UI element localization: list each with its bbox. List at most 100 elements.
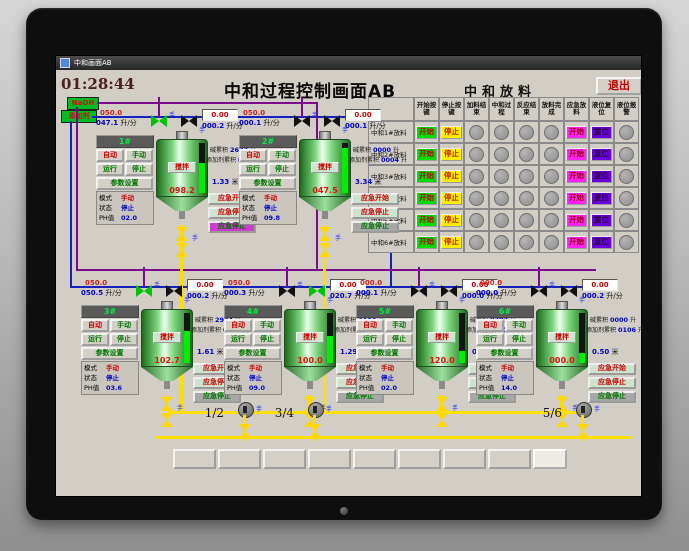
stop-button[interactable]: 停止 [110,333,138,346]
row-reset-button[interactable]: 复位 [591,213,612,227]
tank-outlet-stub [179,211,185,219]
run-button[interactable]: 运行 [356,333,384,346]
auto-button[interactable]: 自动 [239,149,267,162]
naoh-valve-icon[interactable] [294,115,310,127]
run-button[interactable]: 运行 [81,333,109,346]
run-button[interactable]: 运行 [224,333,252,346]
run-button[interactable]: 运行 [96,163,124,176]
discharge-valve-icon[interactable] [161,413,173,427]
pump-icon[interactable] [576,402,592,418]
emergency-stop-button[interactable]: 应急停止 [588,377,636,389]
stop-button[interactable]: 停止 [505,333,533,346]
run-button[interactable]: 运行 [476,333,504,346]
naoh-valve-icon[interactable] [279,285,295,297]
nav-button[interactable] [263,449,306,469]
additive-valve-icon[interactable] [309,285,325,297]
stir-button[interactable]: 搅拌 [428,332,456,343]
row-start-button[interactable]: 开始 [416,191,437,205]
row-reset-button[interactable]: 复位 [591,147,612,161]
auto-button[interactable]: 自动 [224,319,252,332]
exit-button[interactable]: 退出 [596,77,641,95]
naoh-valve-icon[interactable] [136,285,152,297]
nav-button[interactable] [218,449,261,469]
param-settings-button[interactable]: 参数设置 [239,177,296,190]
naoh-valve-icon[interactable] [531,285,547,297]
stir-button[interactable]: 搅拌 [153,332,181,343]
row-emergency-button[interactable]: 开始 [566,213,587,227]
discharge-valve-icon[interactable] [436,413,448,427]
row-start-button[interactable]: 开始 [416,213,437,227]
param-settings-button[interactable]: 参数设置 [224,347,281,360]
stop-button[interactable]: 停止 [385,333,413,346]
discharge-valve-icon[interactable] [176,227,188,241]
emergency-start-button[interactable]: 应急开始 [588,363,636,375]
additive-valve-icon[interactable] [324,115,340,127]
naoh-valve-icon[interactable] [411,285,427,297]
nav-button[interactable] [488,449,531,469]
nav-button[interactable] [398,449,441,469]
stir-button[interactable]: 搅拌 [296,332,324,343]
row-emergency-button[interactable]: 开始 [566,169,587,183]
row-reset-button[interactable]: 复位 [591,191,612,205]
additive-valve-icon[interactable] [166,285,182,297]
row-emergency-button[interactable]: 开始 [566,191,587,205]
row-reset-button[interactable]: 复位 [591,169,612,183]
manual-button[interactable]: 手动 [505,319,533,332]
row-reset-button[interactable]: 复位 [591,235,612,249]
param-settings-button[interactable]: 参数设置 [476,347,533,360]
auto-button[interactable]: 自动 [96,149,124,162]
row-start-button[interactable]: 开始 [416,169,437,183]
manual-button[interactable]: 手动 [110,319,138,332]
row-reset-button[interactable]: 复位 [591,125,612,139]
pump-icon[interactable] [308,402,324,418]
param-settings-button[interactable]: 参数设置 [81,347,138,360]
discharge-valve-icon[interactable] [319,243,331,257]
nav-button[interactable] [443,449,486,469]
row-start-button[interactable]: 开始 [416,147,437,161]
row-emergency-button[interactable]: 开始 [566,147,587,161]
stop-button[interactable]: 停止 [253,333,281,346]
discharge-valve-icon[interactable] [436,397,448,411]
param-settings-button[interactable]: 参数设置 [96,177,153,190]
emergency-start-button[interactable]: 应急开始 [351,193,399,205]
manual-button[interactable]: 手动 [385,319,413,332]
stir-button[interactable]: 搅拌 [168,162,196,173]
nav-button[interactable] [353,449,396,469]
row-stop-button[interactable]: 停止 [441,147,462,161]
auto-button[interactable]: 自动 [81,319,109,332]
row-emergency-button[interactable]: 开始 [566,125,587,139]
additive-valve-icon[interactable] [561,285,577,297]
run-button[interactable]: 运行 [239,163,267,176]
discharge-valve-icon[interactable] [161,397,173,411]
manual-button[interactable]: 手动 [268,149,296,162]
row-stop-button[interactable]: 停止 [441,213,462,227]
pump-valve-icon[interactable] [309,424,321,438]
nav-button[interactable] [308,449,351,469]
manual-button[interactable]: 手动 [253,319,281,332]
discharge-valve-icon[interactable] [176,243,188,257]
stir-button[interactable]: 搅拌 [548,332,576,343]
row-stop-button[interactable]: 停止 [441,169,462,183]
manual-button[interactable]: 手动 [125,149,153,162]
discharge-valve-icon[interactable] [319,227,331,241]
row-stop-button[interactable]: 停止 [441,125,462,139]
row-stop-button[interactable]: 停止 [441,235,462,249]
additive-valve-icon[interactable] [181,115,197,127]
emergency-stop-state-button[interactable]: 应急停止 [351,221,399,233]
row-emergency-button[interactable]: 开始 [566,235,587,249]
auto-button[interactable]: 自动 [476,319,504,332]
row-start-button[interactable]: 开始 [416,125,437,139]
stop-button[interactable]: 停止 [268,163,296,176]
row-stop-button[interactable]: 停止 [441,191,462,205]
additive-valve-icon[interactable] [441,285,457,297]
stop-button[interactable]: 停止 [125,163,153,176]
param-settings-button[interactable]: 参数设置 [356,347,413,360]
pump-valve-icon[interactable] [577,424,589,438]
naoh-valve-icon[interactable] [151,115,167,127]
nav-button[interactable] [173,449,216,469]
nav-button[interactable] [533,449,567,469]
emergency-stop-button[interactable]: 应急停止 [351,207,399,219]
stir-button[interactable]: 搅拌 [311,162,339,173]
row-start-button[interactable]: 开始 [416,235,437,249]
auto-button[interactable]: 自动 [356,319,384,332]
